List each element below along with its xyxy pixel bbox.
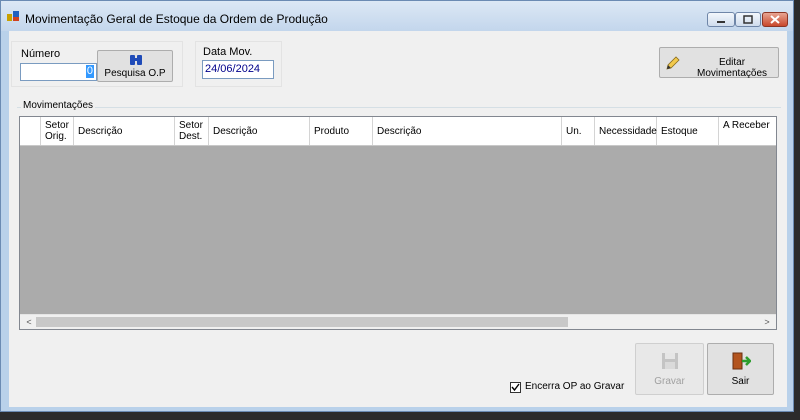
app-icon: [7, 11, 19, 21]
maximize-button[interactable]: [735, 12, 761, 27]
pesquisa-op-button[interactable]: Pesquisa O.P: [97, 50, 173, 82]
row-header-corner: [20, 117, 41, 145]
pesquisa-op-label: Pesquisa O.P: [104, 68, 166, 79]
close-icon: [770, 15, 780, 24]
movimentacoes-grid[interactable]: Setor Orig. Descrição Setor Dest. Descri…: [19, 116, 777, 330]
binoculars-icon: [130, 55, 142, 65]
encerra-op-checkbox[interactable]: [510, 382, 521, 393]
movimentacoes-group-label: Movimentações: [21, 100, 96, 111]
gravar-button[interactable]: Gravar: [635, 343, 704, 395]
form-client-area: Número 0 Pesquisa O.P Data Mov. 24/06/20…: [9, 31, 787, 407]
data-mov-value: 24/06/2024: [205, 63, 261, 75]
encerra-op-label: Encerra OP ao Gravar: [525, 381, 625, 392]
scroll-left-icon[interactable]: <: [22, 316, 36, 328]
sair-label: Sair: [731, 376, 750, 387]
grid-horizontal-scrollbar[interactable]: < >: [20, 314, 776, 329]
scrollbar-thumb[interactable]: [36, 317, 568, 327]
col-setor-orig[interactable]: Setor Orig.: [41, 117, 74, 145]
data-mov-label: Data Mov.: [203, 46, 253, 58]
col-descricao-1[interactable]: Descrição: [74, 117, 175, 145]
col-estoque[interactable]: Estoque: [657, 117, 719, 145]
col-un[interactable]: Un.: [562, 117, 595, 145]
window-title: Movimentação Geral de Estoque da Ordem d…: [25, 12, 328, 26]
editar-movimentacoes-button[interactable]: Editar Movimentações: [659, 47, 779, 79]
editar-movimentacoes-label: Editar Movimentações: [696, 57, 768, 79]
col-a-receber[interactable]: A Receber: [719, 117, 776, 145]
col-descricao-2[interactable]: Descrição: [209, 117, 310, 145]
col-setor-dest[interactable]: Setor Dest.: [175, 117, 209, 145]
col-necessidade[interactable]: Necessidade: [595, 117, 657, 145]
sair-button[interactable]: Sair: [707, 343, 774, 395]
numero-label: Número: [21, 48, 61, 60]
exit-door-icon: [732, 352, 751, 370]
gravar-label: Gravar: [654, 376, 685, 387]
movimentacoes-group-line: [17, 107, 781, 108]
grid-header: Setor Orig. Descrição Setor Dest. Descri…: [20, 117, 776, 146]
numero-input[interactable]: 0: [20, 63, 97, 81]
save-disk-icon: [662, 353, 678, 369]
checkmark-icon: [511, 383, 520, 392]
minimize-icon: [717, 21, 725, 23]
col-produto[interactable]: Produto: [310, 117, 373, 145]
main-window: Movimentação Geral de Estoque da Ordem d…: [0, 0, 794, 412]
minimize-button[interactable]: [707, 12, 735, 27]
maximize-icon: [743, 15, 753, 24]
title-bar[interactable]: Movimentação Geral de Estoque da Ordem d…: [1, 1, 793, 31]
close-button[interactable]: [762, 12, 788, 27]
scroll-right-icon[interactable]: >: [760, 316, 774, 328]
pencil-icon: [666, 56, 680, 70]
data-mov-input[interactable]: 24/06/2024: [202, 60, 274, 79]
numero-value: 0: [85, 65, 94, 78]
col-descricao-3[interactable]: Descrição: [373, 117, 562, 145]
